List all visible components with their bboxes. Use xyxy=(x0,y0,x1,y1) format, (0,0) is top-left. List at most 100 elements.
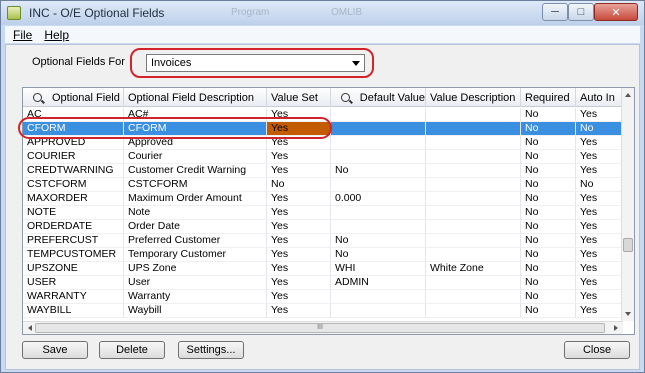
cell-required[interactable]: No xyxy=(521,164,576,178)
cell-auto-insert[interactable]: Yes xyxy=(576,220,622,234)
cell-value-description[interactable] xyxy=(426,108,521,122)
scroll-left-icon[interactable] xyxy=(28,325,32,331)
table-row[interactable]: TEMPCUSTOMER Temporary Customer Yes No No Yes xyxy=(23,248,622,262)
cell-description[interactable]: Maximum Order Amount xyxy=(124,192,267,206)
delete-button[interactable]: Delete xyxy=(99,341,165,359)
cell-value-description[interactable] xyxy=(426,136,521,150)
settings-button[interactable]: Settings... xyxy=(178,341,244,359)
cell-auto-insert[interactable]: No xyxy=(576,122,622,136)
menu-file[interactable]: File xyxy=(13,28,32,42)
cell-value-description[interactable] xyxy=(426,150,521,164)
cell-default-value[interactable] xyxy=(331,220,426,234)
cell-required[interactable]: No xyxy=(521,136,576,150)
close-button[interactable]: Close xyxy=(564,341,630,359)
table-row[interactable]: CSTCFORM CSTCFORM No No No xyxy=(23,178,622,192)
scroll-thumb[interactable] xyxy=(623,238,633,252)
table-row[interactable]: NOTE Note Yes No Yes xyxy=(23,206,622,220)
cell-optional-field[interactable]: CREDTWARNING xyxy=(23,164,124,178)
cell-value-set[interactable]: No xyxy=(267,178,331,192)
cell-optional-field[interactable]: PREFERCUST xyxy=(23,234,124,248)
cell-value-description[interactable] xyxy=(426,220,521,234)
table-row[interactable]: COURIER Courier Yes No Yes xyxy=(23,150,622,164)
cell-value-set[interactable]: Yes xyxy=(267,234,331,248)
cell-optional-field[interactable]: AC xyxy=(23,108,124,122)
cell-required[interactable]: No xyxy=(521,304,576,318)
column-header-description[interactable]: Optional Field Description xyxy=(124,88,267,107)
cell-description[interactable]: UPS Zone xyxy=(124,262,267,276)
close-window-button[interactable]: ✕ xyxy=(594,3,638,21)
cell-value-set[interactable]: Yes xyxy=(267,108,331,122)
cell-auto-insert[interactable]: Yes xyxy=(576,234,622,248)
scroll-right-icon[interactable] xyxy=(614,325,618,331)
cell-required[interactable]: No xyxy=(521,178,576,192)
column-header-value-description[interactable]: Value Description xyxy=(426,88,521,107)
cell-default-value[interactable] xyxy=(331,206,426,220)
cell-description[interactable]: Note xyxy=(124,206,267,220)
cell-optional-field[interactable]: MAXORDER xyxy=(23,192,124,206)
cell-value-set[interactable]: Yes xyxy=(267,220,331,234)
cell-optional-field[interactable]: CFORM xyxy=(23,122,124,136)
cell-default-value[interactable]: 0.000 xyxy=(331,192,426,206)
cell-default-value[interactable] xyxy=(331,304,426,318)
cell-value-set[interactable]: Yes xyxy=(267,164,331,178)
cell-auto-insert[interactable]: Yes xyxy=(576,108,622,122)
table-row[interactable]: PREFERCUST Preferred Customer Yes No No Yes xyxy=(23,234,622,248)
cell-value-description[interactable] xyxy=(426,248,521,262)
cell-default-value[interactable]: WHI xyxy=(331,262,426,276)
cell-required[interactable]: No xyxy=(521,206,576,220)
cell-description[interactable]: Order Date xyxy=(124,220,267,234)
cell-auto-insert[interactable]: Yes xyxy=(576,192,622,206)
cell-auto-insert[interactable]: No xyxy=(576,178,622,192)
column-header-required[interactable]: Required xyxy=(521,88,576,107)
table-row[interactable]: CFORM CFORM Yes No No xyxy=(23,122,622,136)
cell-value-description[interactable] xyxy=(426,164,521,178)
cell-description[interactable]: CSTCFORM xyxy=(124,178,267,192)
cell-value-set[interactable]: Yes xyxy=(267,290,331,304)
cell-default-value[interactable]: No xyxy=(331,164,426,178)
scroll-thumb[interactable]: III xyxy=(35,323,605,333)
cell-required[interactable]: No xyxy=(521,108,576,122)
cell-value-description[interactable] xyxy=(426,192,521,206)
cell-auto-insert[interactable]: Yes xyxy=(576,164,622,178)
cell-value-set[interactable]: Yes xyxy=(267,192,331,206)
cell-auto-insert[interactable]: Yes xyxy=(576,276,622,290)
scroll-up-icon[interactable] xyxy=(625,93,631,97)
cell-value-set[interactable]: Yes xyxy=(267,206,331,220)
menu-help[interactable]: Help xyxy=(44,28,69,42)
column-header-default-value[interactable]: Default Value xyxy=(331,88,426,107)
cell-description[interactable]: Waybill xyxy=(124,304,267,318)
cell-description[interactable]: Preferred Customer xyxy=(124,234,267,248)
cell-value-description[interactable] xyxy=(426,122,521,136)
horizontal-scrollbar[interactable]: III xyxy=(23,321,623,334)
table-row[interactable]: WAYBILL Waybill Yes No Yes xyxy=(23,304,622,318)
cell-value-description[interactable] xyxy=(426,178,521,192)
cell-value-description[interactable] xyxy=(426,234,521,248)
cell-default-value[interactable] xyxy=(331,178,426,192)
cell-required[interactable]: No xyxy=(521,248,576,262)
cell-value-description[interactable] xyxy=(426,276,521,290)
optional-fields-for-select[interactable]: Invoices xyxy=(146,54,365,72)
vertical-scrollbar[interactable] xyxy=(621,88,634,321)
cell-required[interactable]: No xyxy=(521,220,576,234)
cell-auto-insert[interactable]: Yes xyxy=(576,290,622,304)
cell-description[interactable]: AC# xyxy=(124,108,267,122)
cell-default-value[interactable] xyxy=(331,122,426,136)
cell-value-set[interactable]: Yes xyxy=(267,262,331,276)
cell-optional-field[interactable]: COURIER xyxy=(23,150,124,164)
cell-description[interactable]: CFORM xyxy=(124,122,267,136)
cell-default-value[interactable] xyxy=(331,136,426,150)
cell-required[interactable]: No xyxy=(521,122,576,136)
column-header-auto-insert[interactable]: Auto In xyxy=(576,88,622,107)
cell-optional-field[interactable]: WARRANTY xyxy=(23,290,124,304)
cell-optional-field[interactable]: NOTE xyxy=(23,206,124,220)
title-bar[interactable]: INC - O/E Optional Fields Program OMLIB … xyxy=(1,1,644,25)
cell-value-set[interactable]: Yes xyxy=(267,122,331,136)
table-row[interactable]: ORDERDATE Order Date Yes No Yes xyxy=(23,220,622,234)
cell-required[interactable]: No xyxy=(521,150,576,164)
cell-description[interactable]: Customer Credit Warning xyxy=(124,164,267,178)
cell-required[interactable]: No xyxy=(521,192,576,206)
cell-description[interactable]: Approved xyxy=(124,136,267,150)
column-header-value-set[interactable]: Value Set xyxy=(267,88,331,107)
cell-required[interactable]: No xyxy=(521,262,576,276)
table-row[interactable]: CREDTWARNING Customer Credit Warning Yes No… xyxy=(23,164,622,178)
